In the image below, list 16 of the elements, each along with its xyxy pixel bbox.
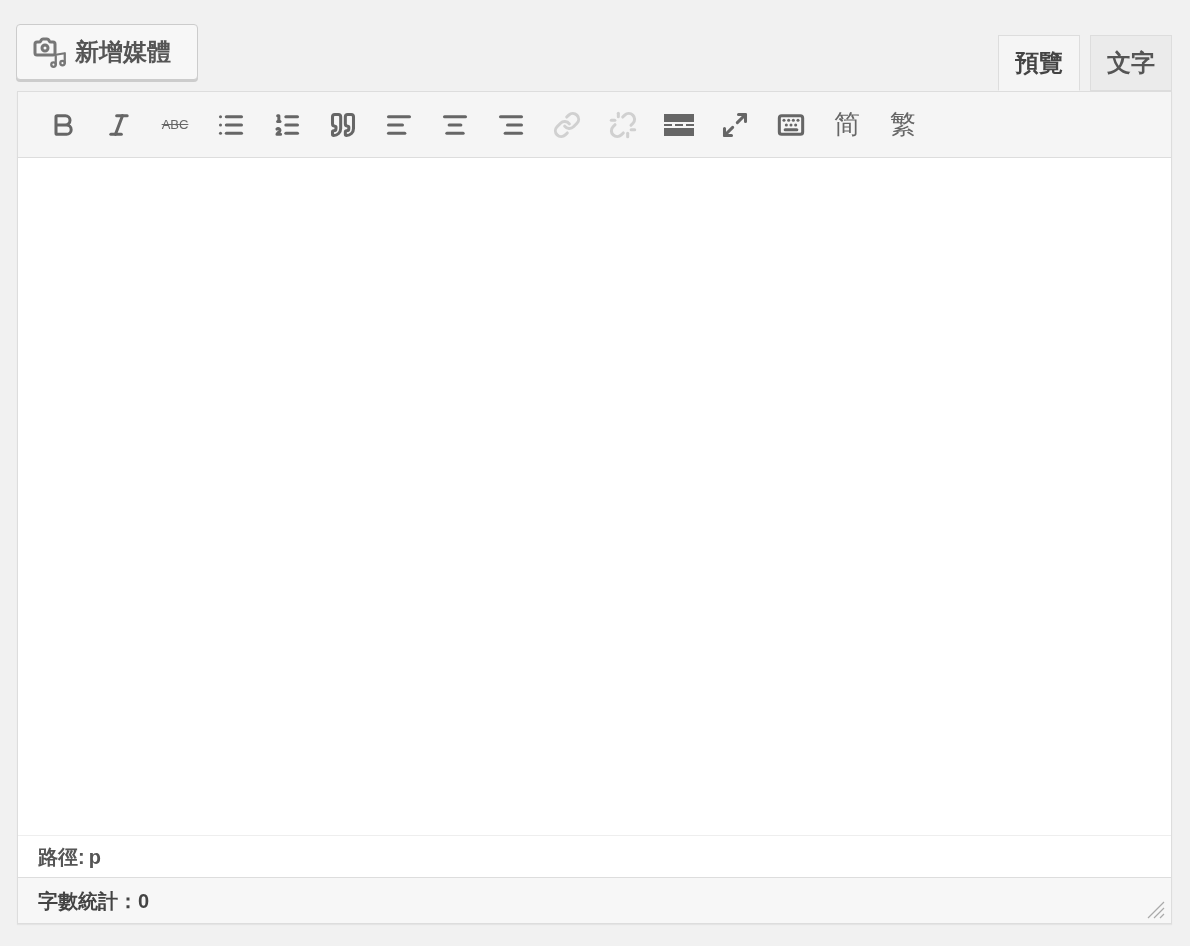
path-label: 路徑: (38, 844, 85, 870)
add-media-button[interactable]: 新增媒體 (16, 24, 198, 80)
resize-handle-icon[interactable] (1145, 899, 1165, 919)
expand-icon (721, 110, 749, 139)
unlink-icon (609, 110, 637, 139)
strikethrough-button[interactable]: ABC (147, 104, 203, 145)
link-icon (553, 110, 581, 139)
camera-music-icon (33, 35, 67, 69)
editor-tab[interactable]: 預覽 (998, 35, 1080, 91)
toolbar-text-button[interactable]: 简 (819, 104, 875, 145)
quote-icon (329, 110, 357, 139)
editor-tab[interactable]: 文字 (1090, 35, 1172, 91)
path-element-link[interactable]: p (88, 841, 101, 872)
word-count-text: 字數統計：0 (38, 888, 150, 914)
toolbar-text-button[interactable]: 繁 (875, 104, 931, 145)
read-more-icon (664, 113, 694, 136)
